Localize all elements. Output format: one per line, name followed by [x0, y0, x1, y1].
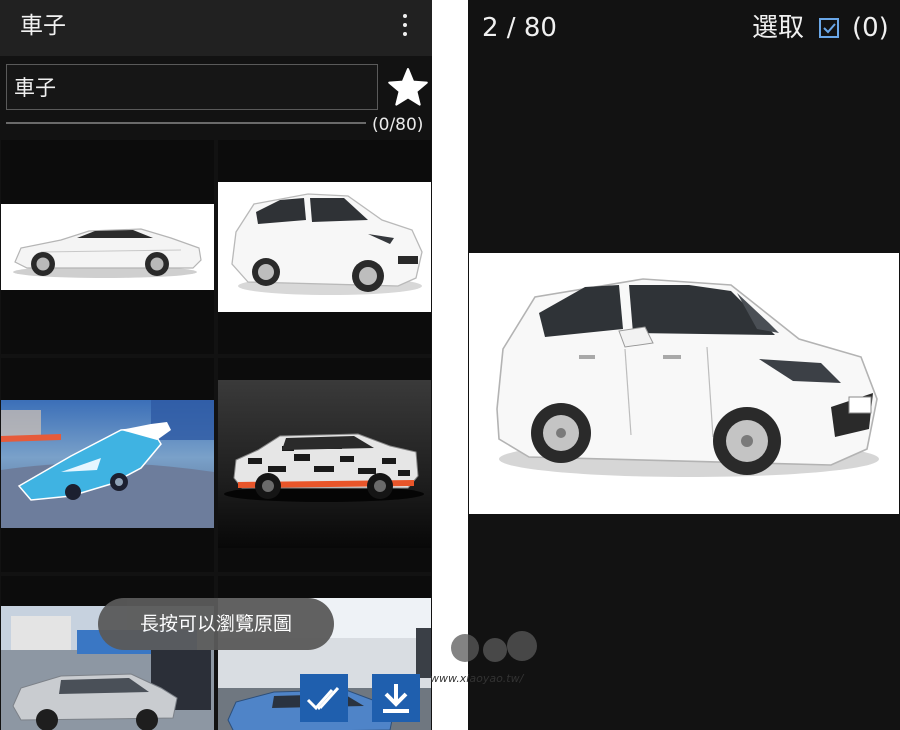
thumbnail-camouflage-suv[interactable] — [218, 358, 431, 572]
select-label[interactable]: 選取 — [752, 12, 804, 44]
select-all-button[interactable] — [300, 674, 348, 722]
car-image — [1, 400, 214, 528]
app-bar: 車子 — [0, 0, 432, 56]
download-button[interactable] — [372, 674, 420, 722]
thumbnail-white-sports-car[interactable] — [1, 140, 214, 354]
select-count: (0) — [852, 13, 889, 43]
double-check-icon — [306, 686, 340, 711]
checkbox-icon[interactable] — [818, 17, 840, 39]
watermark-logo: www.xiaoyao.tw/ — [430, 631, 537, 685]
thumbnail-white-hatchback[interactable] — [218, 140, 431, 354]
more-vertical-icon[interactable] — [394, 12, 416, 38]
full-image-white-hatchback[interactable] — [469, 253, 899, 514]
search-input[interactable] — [6, 64, 378, 110]
car-image — [218, 182, 431, 312]
watermark-text: www.xiaoyao.tw/ — [430, 672, 525, 685]
star-icon[interactable] — [386, 66, 430, 108]
toast-message: 長按可以瀏覽原圖 — [98, 598, 334, 650]
car-image — [1, 204, 214, 290]
search-screen: 車子 (0/80) — [0, 0, 432, 730]
car-image — [218, 380, 431, 548]
app-title: 車子 — [20, 13, 66, 39]
progress-bar — [6, 122, 366, 124]
page-indicator: 2 / 80 — [482, 13, 557, 43]
download-icon — [383, 684, 409, 713]
selected-count: (0/80) — [372, 115, 424, 135]
thumbnail-blue-racing-car[interactable] — [1, 358, 214, 572]
